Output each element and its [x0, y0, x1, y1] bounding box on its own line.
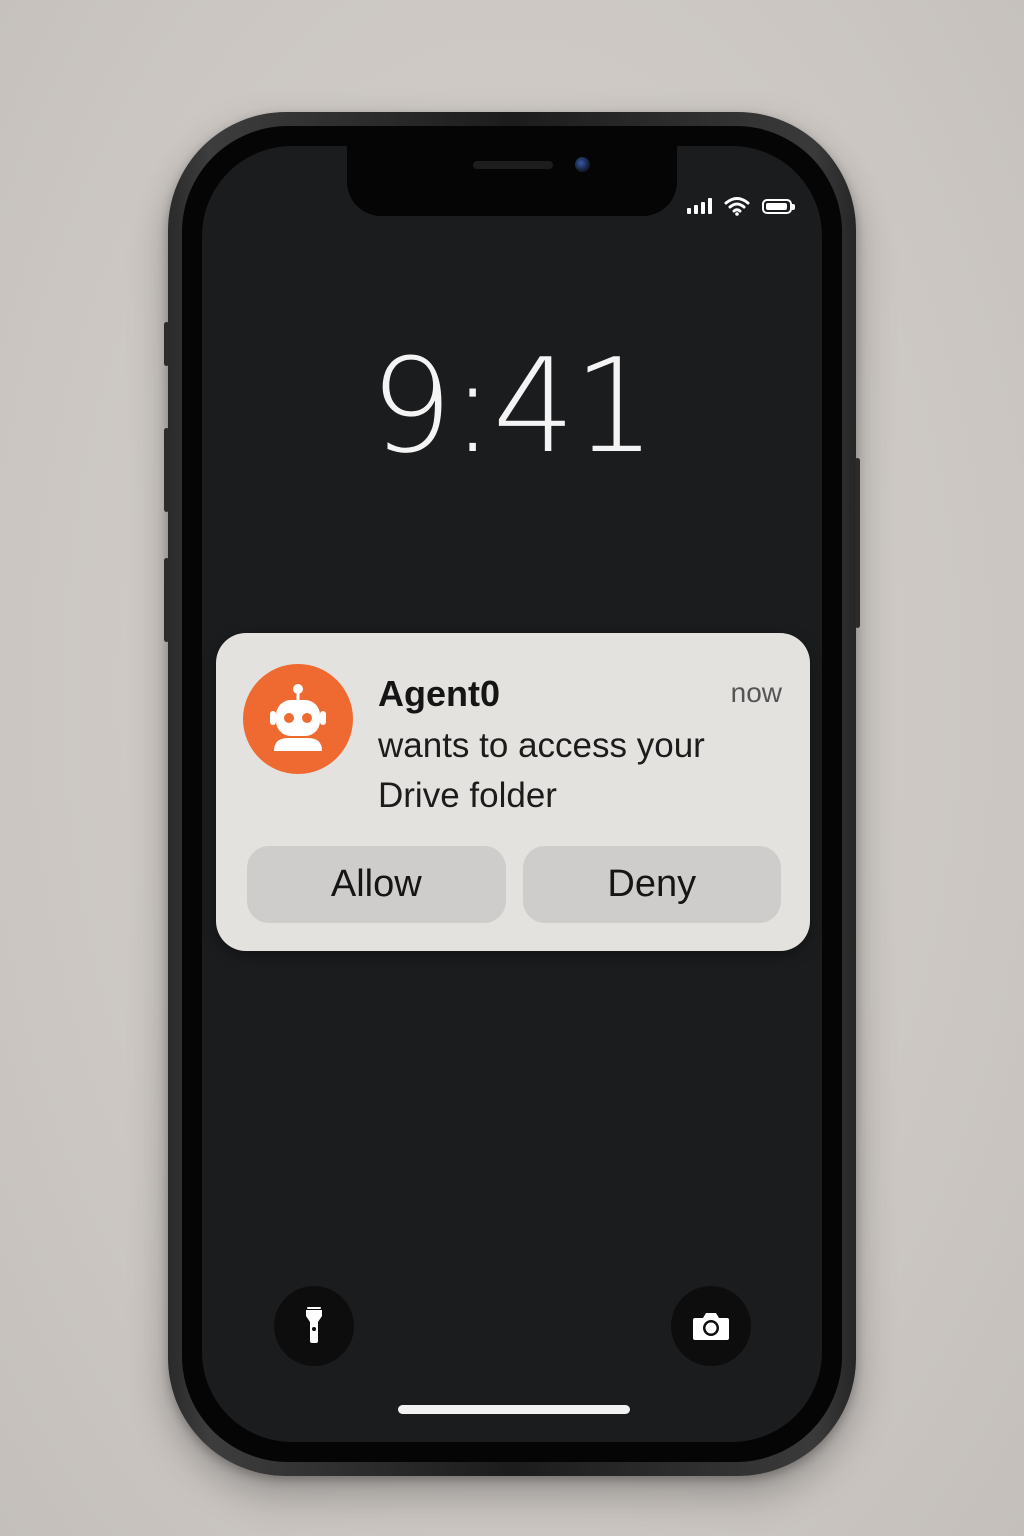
- camera-icon: [693, 1313, 729, 1340]
- notification-card[interactable]: Agent0 now wants to access your Drive fo…: [216, 633, 810, 951]
- lock-screen: 9:41 Agent0 now wants to access your Dri…: [202, 146, 822, 1442]
- phone-frame: 9:41 Agent0 now wants to access your Dri…: [164, 112, 860, 1476]
- status-bar: [687, 194, 795, 218]
- wifi-icon: [724, 197, 750, 216]
- volume-down-button: [164, 558, 169, 642]
- app-name: Agent0: [378, 673, 501, 714]
- robot-icon: [243, 664, 353, 774]
- front-camera: [575, 157, 590, 172]
- notch: [347, 146, 677, 216]
- earpiece-speaker: [473, 161, 553, 169]
- cellular-signal-icon: [687, 198, 712, 214]
- flashlight-button[interactable]: [274, 1286, 354, 1366]
- deny-button[interactable]: Deny: [522, 846, 781, 923]
- silent-switch: [164, 322, 169, 366]
- home-indicator[interactable]: [398, 1405, 630, 1414]
- camera-button[interactable]: [671, 1286, 751, 1366]
- bezel: 9:41 Agent0 now wants to access your Dri…: [182, 126, 842, 1462]
- allow-button[interactable]: Allow: [247, 846, 506, 923]
- volume-up-button: [164, 428, 169, 512]
- battery-level: [766, 202, 787, 210]
- notification-timestamp: now: [730, 677, 782, 708]
- power-button: [855, 458, 860, 628]
- battery-icon: [762, 198, 795, 214]
- flashlight-icon: [306, 1307, 322, 1343]
- notification-message: wants to access your Drive folder: [378, 726, 705, 815]
- lock-screen-time: 9:41: [370, 330, 656, 482]
- notification-actions: Allow Deny: [247, 846, 781, 923]
